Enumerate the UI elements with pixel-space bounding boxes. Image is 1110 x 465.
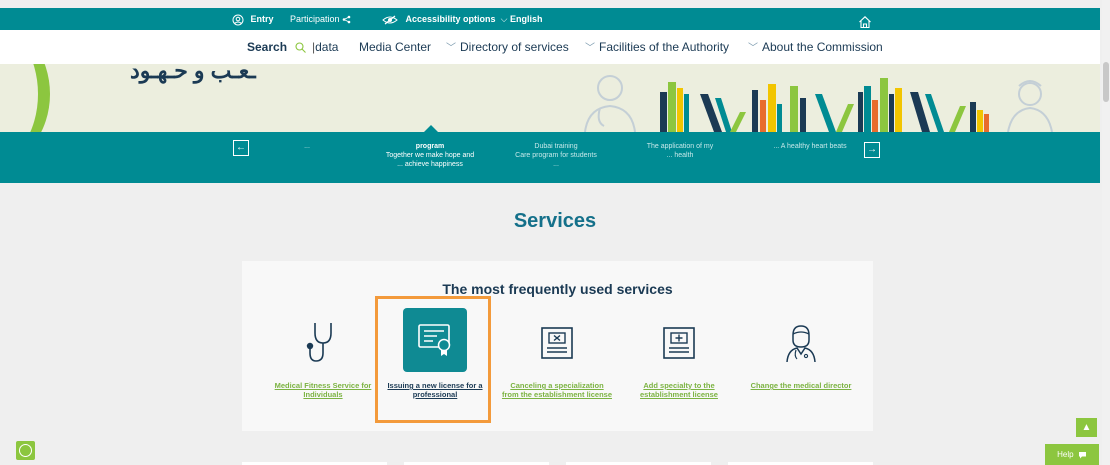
chevron-up-icon: ▲ — [1081, 422, 1092, 433]
arrow-left-icon: ← — [236, 142, 246, 153]
carousel-prev-button[interactable]: ← — [233, 140, 249, 156]
chevron-down-icon: ﹀ — [585, 43, 595, 54]
nav-directory-of-services[interactable]: ﹀ Directory of services — [446, 30, 569, 64]
search-label: Search — [247, 40, 288, 54]
nav-facilities[interactable]: ﹀ Facilities of the Authority — [585, 30, 729, 64]
smile-icon — [19, 444, 32, 457]
nav-data-label: data — [315, 40, 339, 54]
news-carousel: ← ... program Together we make hope and … — [0, 125, 1100, 183]
chat-logo-button[interactable] — [16, 441, 35, 460]
slide-text: ... achieve happiness — [397, 161, 463, 168]
search-button[interactable]: Search — [247, 30, 307, 64]
carousel-next-button[interactable]: → — [864, 142, 880, 158]
carousel-active-caret — [424, 125, 438, 132]
nav-media-center[interactable]: Media Center — [359, 30, 431, 64]
carousel-slide-1[interactable]: program Together we make hope and ... ac… — [376, 142, 484, 169]
participation-link[interactable]: Participation — [290, 8, 351, 30]
accessibility-options-dropdown[interactable]: Accessibility options ⌵ — [382, 8, 507, 30]
help-button[interactable]: Help — [1045, 444, 1099, 465]
service-label[interactable]: Add specialty to the establishment licen… — [623, 381, 735, 399]
slide-text: ... — [553, 161, 559, 168]
chevron-down-icon: ⌵ — [498, 14, 508, 24]
user-icon — [232, 14, 244, 26]
banner-illustration — [584, 75, 1053, 132]
slide-text: The application of my — [646, 143, 714, 150]
language-switch[interactable]: English — [510, 8, 543, 30]
nav-about[interactable]: ﹀ About the Commission — [748, 30, 883, 64]
nurse-outline-icon — [1007, 80, 1053, 132]
service-label[interactable]: Canceling a specialization from the esta… — [501, 381, 613, 399]
frequent-services-card: The most frequently used services Medica… — [242, 261, 873, 431]
help-label: Help — [1057, 450, 1074, 459]
frequent-services-title: The most frequently used services — [442, 281, 673, 297]
nav-facilities-label: Facilities of the Authority — [599, 40, 730, 54]
scrollbar[interactable] — [1102, 0, 1110, 465]
chat-bubble-icon — [1078, 451, 1086, 459]
chevron-down-icon: ﹀ — [446, 43, 456, 54]
add-document-icon — [663, 327, 695, 359]
slide-text: ... health — [666, 152, 694, 159]
home-icon — [859, 15, 871, 28]
slide-text: Care program for students — [515, 152, 597, 159]
service-change-medical-director[interactable]: Change the medical director — [745, 317, 857, 390]
carousel-slide-2[interactable]: Dubai training Care program for students… — [500, 142, 612, 169]
search-icon — [295, 42, 307, 54]
cancel-document-icon — [541, 327, 573, 359]
entry-link[interactable]: Entry — [232, 8, 274, 30]
nav-about-label: About the Commission — [762, 40, 883, 54]
carousel-slide-dots[interactable]: ... — [300, 142, 314, 151]
doctor-outline-icon — [584, 75, 636, 132]
service-add-specialty[interactable]: Add specialty to the establishment licen… — [623, 317, 735, 399]
books-illustration — [660, 78, 989, 132]
selected-service-highlight — [375, 296, 491, 423]
share-icon — [342, 15, 351, 24]
entry-label: Entry — [250, 14, 274, 24]
carousel-dots: ... — [304, 143, 310, 150]
slide-title: program — [415, 143, 445, 150]
home-button[interactable] — [858, 10, 872, 32]
carousel-slide-4[interactable]: ... A healthy heart beats — [760, 142, 860, 151]
stethoscope-icon — [306, 323, 332, 362]
accessibility-label: Accessibility options — [405, 14, 496, 24]
nav-media-center-label: Media Center — [359, 40, 432, 54]
slide-text: Dubai training — [534, 143, 578, 150]
service-label[interactable]: Change the medical director — [745, 381, 857, 390]
language-label: English — [510, 14, 543, 24]
eye-slash-icon — [382, 15, 398, 25]
doctor-icon — [786, 325, 816, 363]
page: Entry Participation Accessibility option… — [0, 0, 1110, 465]
nav-data[interactable]: |data — [312, 30, 338, 64]
slide-text: ... A healthy heart beats — [773, 143, 847, 150]
participation-label: Participation — [290, 14, 340, 24]
services-heading: Services — [513, 210, 597, 232]
scrollbar-thumb[interactable] — [1103, 62, 1109, 102]
main-nav: Search |data Media Center ﹀ Directory of … — [0, 30, 1100, 64]
slide-text: Together we make hope and — [385, 152, 475, 159]
service-label[interactable]: Medical Fitness Service for Individuals — [267, 381, 379, 399]
scroll-top-button[interactable]: ▲ — [1076, 418, 1097, 437]
service-medical-fitness[interactable]: Medical Fitness Service for Individuals — [267, 317, 379, 399]
chevron-down-icon: ﹀ — [748, 43, 758, 54]
carousel-slide-3[interactable]: The application of my ... health — [630, 142, 730, 160]
hero-banner: ـعـب و حـهـود — [0, 64, 1100, 132]
nav-directory-label: Directory of services — [460, 40, 569, 54]
service-cancel-specialization[interactable]: Canceling a specialization from the esta… — [501, 317, 613, 399]
top-bar: Entry Participation Accessibility option… — [0, 8, 1100, 30]
arrow-right-icon: → — [867, 144, 877, 155]
